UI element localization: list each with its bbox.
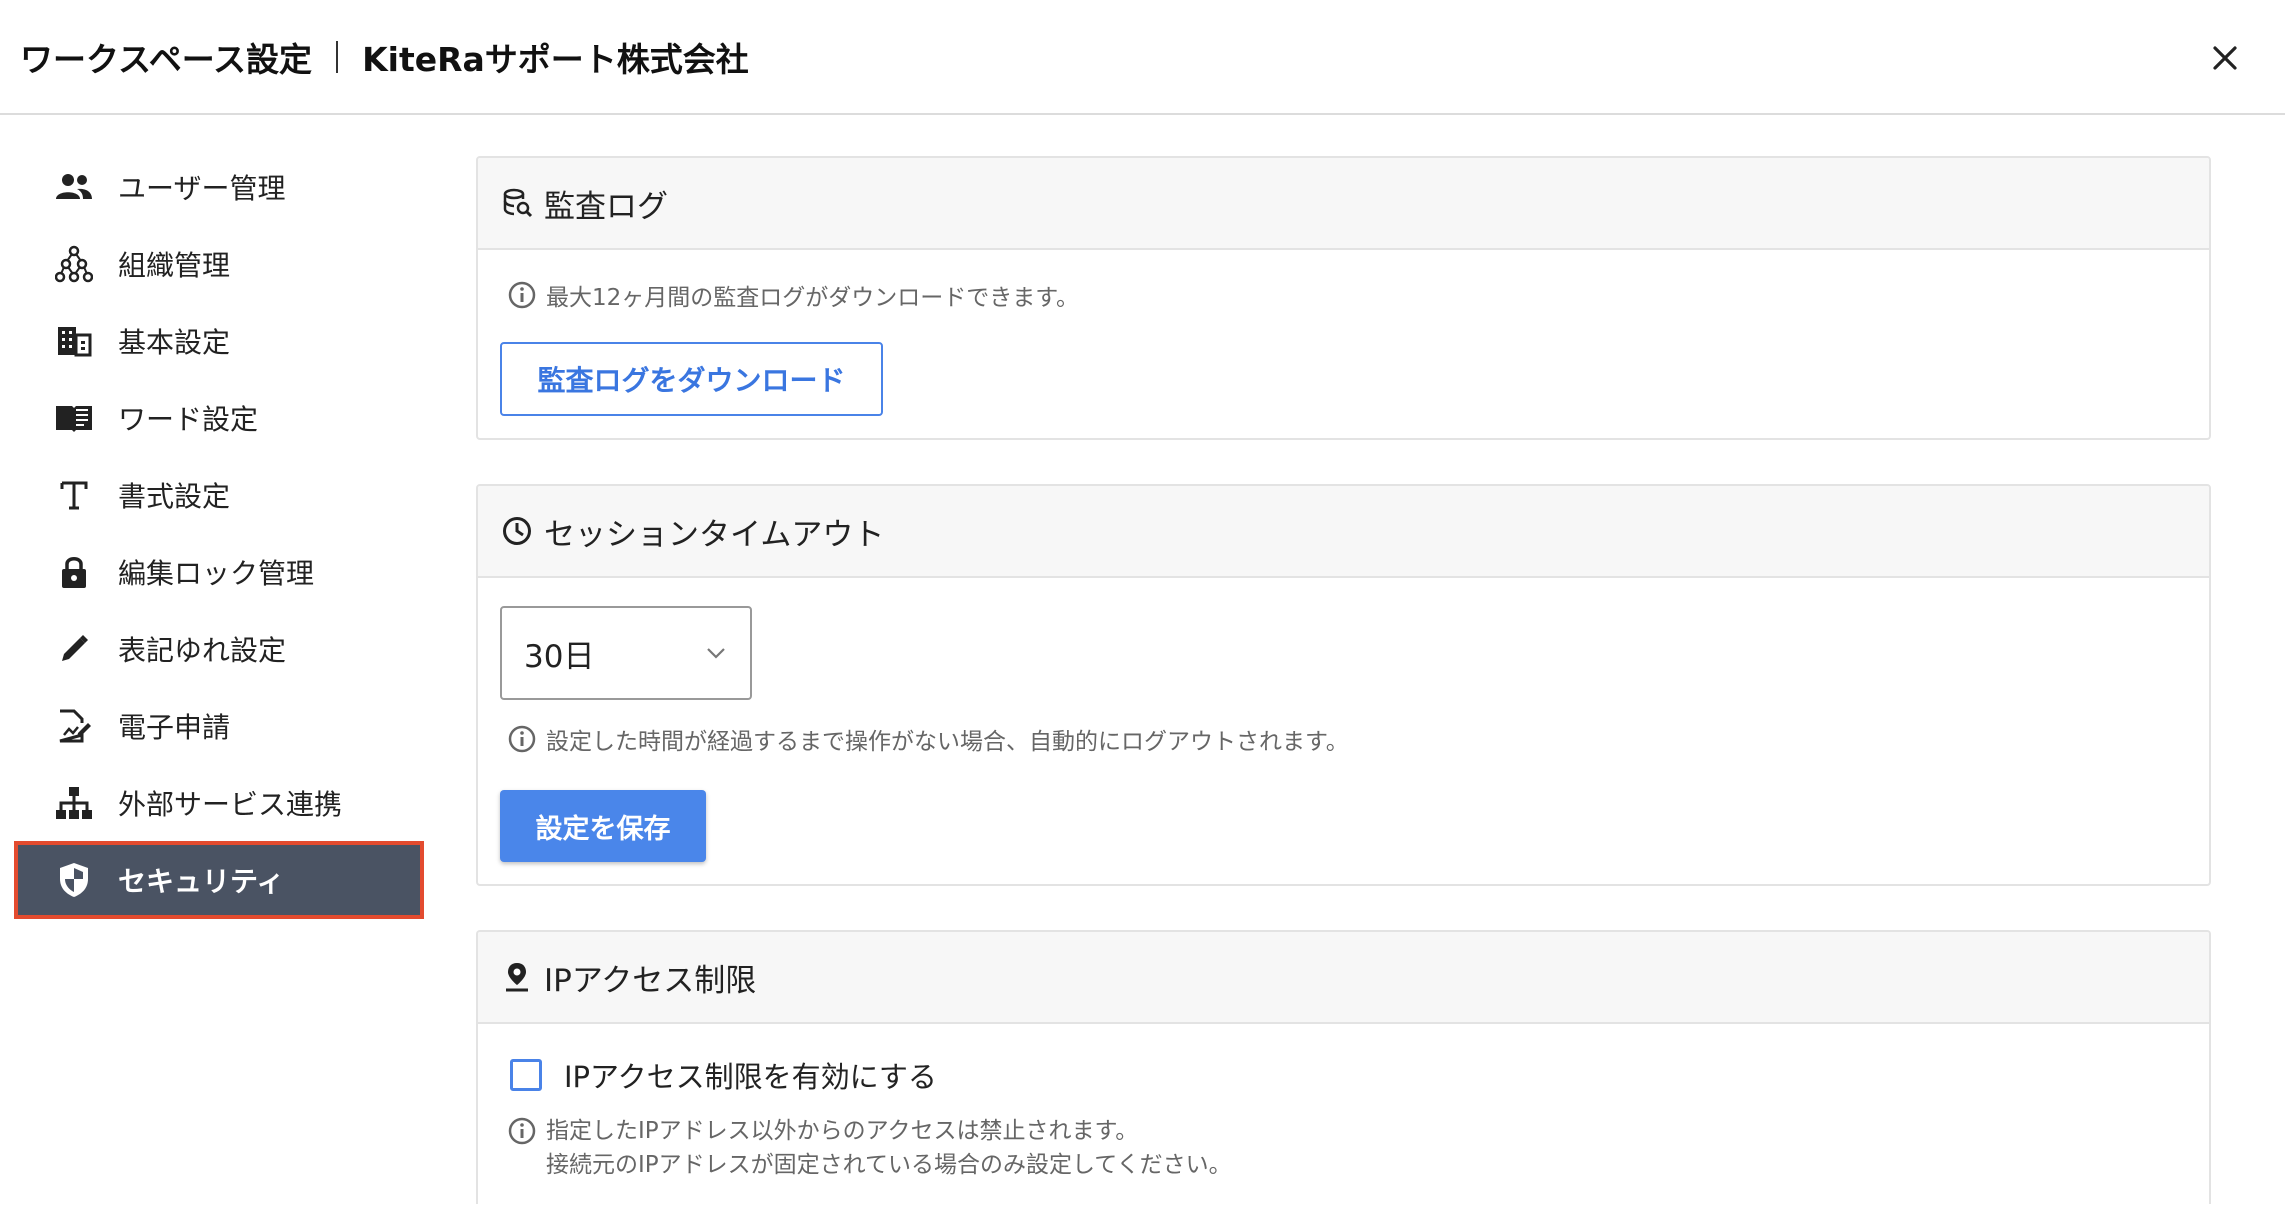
sidebar-item-label: 書式設定 — [118, 479, 231, 513]
timeout-select-value: 30日 — [524, 638, 595, 675]
ip-restriction-header: IPアクセス制限 — [478, 932, 2209, 1024]
close-button[interactable] — [2201, 34, 2249, 82]
sidebar-item-organization[interactable]: 組織管理 — [16, 225, 422, 302]
sidebar: ユーザー管理 組織管理 基本設定 ワード設定 書式設定 編集ロック管理 表記ゆれ… — [14, 148, 424, 919]
sidebar-item-label: 表記ゆれ設定 — [118, 633, 287, 667]
hierarchy-icon — [54, 783, 94, 823]
download-audit-log-button[interactable]: 監査ログをダウンロード — [500, 342, 883, 416]
sidebar-item-word-settings[interactable]: ワード設定 — [16, 379, 422, 456]
book-icon — [54, 398, 94, 438]
sidebar-item-users[interactable]: ユーザー管理 — [16, 148, 422, 225]
lock-icon — [54, 552, 94, 592]
info-icon — [508, 280, 538, 310]
org-chart-icon — [54, 244, 94, 284]
shield-icon — [54, 860, 94, 900]
sidebar-item-notation-settings[interactable]: 表記ゆれ設定 — [16, 610, 422, 687]
sidebar-item-label: 編集ロック管理 — [118, 556, 315, 590]
sidebar-item-label: 組織管理 — [118, 248, 231, 282]
document-sign-icon — [54, 706, 94, 746]
session-timeout-title: セッションタイムアウト — [544, 516, 885, 553]
sidebar-item-e-application[interactable]: 電子申請 — [16, 687, 422, 764]
sidebar-item-basic-settings[interactable]: 基本設定 — [16, 302, 422, 379]
ip-restriction-info: 指定したIPアドレス以外からのアクセスは禁止されます。 接続元のIPアドレスが固… — [500, 1116, 2187, 1182]
sidebar-item-label: ワード設定 — [118, 402, 259, 436]
sidebar-item-external-services[interactable]: 外部サービス連携 — [16, 764, 422, 841]
audit-log-title: 監査ログ — [544, 188, 668, 225]
pencil-icon — [54, 629, 94, 669]
audit-log-info: 最大12ヶ月間の監査ログがダウンロードできます。 — [500, 278, 2187, 312]
sidebar-item-label: ユーザー管理 — [118, 171, 286, 205]
sidebar-item-format-settings[interactable]: 書式設定 — [16, 456, 422, 533]
sidebar-item-label: 電子申請 — [118, 710, 231, 744]
ip-restriction-toggle-row: IPアクセス制限を有効にする — [500, 1054, 2187, 1096]
text-format-icon — [54, 475, 94, 515]
sidebar-item-label: 基本設定 — [118, 325, 231, 359]
close-icon — [2213, 46, 2237, 70]
info-icon — [508, 1116, 538, 1146]
audit-search-icon — [502, 186, 536, 220]
ip-restriction-info-line2: 接続元のIPアドレスが固定されている場合のみ設定してください。 — [546, 1152, 1232, 1178]
sidebar-item-edit-lock[interactable]: 編集ロック管理 — [16, 533, 422, 610]
title-divider — [336, 40, 339, 73]
ip-restriction-card: IPアクセス制限 IPアクセス制限を有効にする 指定したIPアドレス以外からのア… — [476, 930, 2211, 1204]
session-info-text: 設定した時間が経過するまで操作がない場合、自動的にログアウトされます。 — [546, 729, 1349, 755]
building-icon — [54, 321, 94, 361]
session-info: 設定した時間が経過するまで操作がない場合、自動的にログアウトされます。 — [500, 722, 2187, 756]
dialog-title: ワークスペース設定 — [20, 39, 313, 79]
settings-main: 監査ログ 最大12ヶ月間の監査ログがダウンロードできます。 監査ログをダウンロー… — [476, 156, 2211, 1204]
header: ワークスペース設定 KiteRaサポート株式会社 — [0, 0, 2285, 115]
ip-restriction-title: IPアクセス制限 — [544, 962, 757, 999]
users-icon — [54, 167, 94, 207]
info-icon — [508, 724, 538, 754]
workspace-name: KiteRaサポート株式会社 — [362, 39, 749, 79]
chevron-down-icon — [707, 648, 725, 659]
ip-restriction-info-line1: 指定したIPアドレス以外からのアクセスは禁止されます。 — [546, 1118, 1139, 1144]
save-settings-button[interactable]: 設定を保存 — [500, 790, 706, 862]
session-timeout-header: セッションタイムアウト — [478, 486, 2209, 578]
location-pin-icon — [502, 960, 536, 994]
sidebar-item-label: セキュリティ — [118, 865, 285, 898]
ip-restriction-checkbox[interactable] — [510, 1059, 542, 1091]
audit-log-header: 監査ログ — [478, 158, 2209, 250]
audit-log-card: 監査ログ 最大12ヶ月間の監査ログがダウンロードできます。 監査ログをダウンロー… — [476, 156, 2211, 440]
clock-icon — [502, 514, 536, 548]
session-timeout-card: セッションタイムアウト 30日 設定した時間が経過するまで操作がない場合、自動的… — [476, 484, 2211, 886]
sidebar-item-label: 外部サービス連携 — [118, 787, 343, 821]
sidebar-item-security[interactable]: セキュリティ — [14, 841, 424, 919]
audit-log-info-text: 最大12ヶ月間の監査ログがダウンロードできます。 — [546, 285, 1079, 311]
timeout-select[interactable]: 30日 — [500, 606, 752, 700]
ip-restriction-checkbox-label: IPアクセス制限を有効にする — [564, 1060, 937, 1094]
